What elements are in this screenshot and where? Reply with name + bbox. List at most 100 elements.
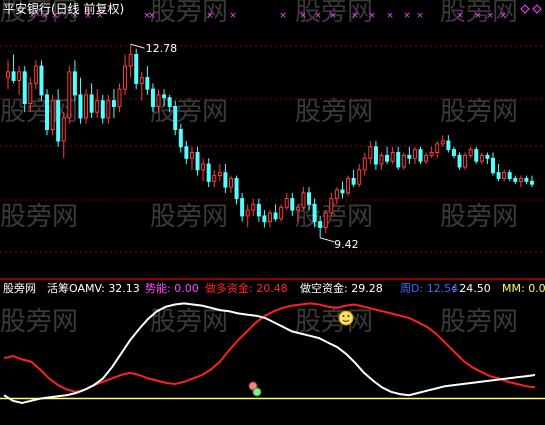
- candle-body: [17, 71, 22, 81]
- candle-body: [262, 215, 267, 223]
- high-label: 12.78: [146, 42, 178, 55]
- candle-body: [301, 192, 306, 208]
- candle-body: [156, 94, 161, 107]
- candle-body: [463, 154, 468, 168]
- candle-body: [385, 154, 390, 162]
- indicator-brand: 股旁网: [3, 281, 36, 295]
- candle-body: [362, 157, 367, 171]
- candle: [284, 192, 289, 211]
- candle: [61, 112, 66, 159]
- candle: [468, 146, 473, 159]
- signal-marker: ×: [474, 11, 482, 21]
- signal-marker: ×: [299, 11, 307, 21]
- candle: [463, 152, 468, 170]
- candle: [78, 77, 83, 124]
- candle-body: [134, 54, 139, 84]
- candle-body: [412, 149, 417, 159]
- chart-canvas: 股旁网 股旁网 股旁网 股旁网股旁网 股旁网 股旁网 股旁网股旁网 股旁网 股旁网 股旁网股旁网股…: [0, 0, 545, 405]
- candle-body: [56, 100, 61, 142]
- candle: [262, 210, 267, 228]
- candle-body: [245, 209, 250, 217]
- watermark-text: 股旁网: [150, 307, 228, 337]
- candle-body: [100, 100, 105, 119]
- candle-body: [507, 172, 512, 179]
- candle: [418, 146, 423, 165]
- candle: [240, 192, 245, 222]
- candle-body: [307, 192, 312, 205]
- indicator-value: 24.50: [459, 282, 491, 295]
- candle: [368, 141, 373, 165]
- candle-body: [28, 82, 33, 105]
- candle: [502, 169, 507, 182]
- candle-body: [446, 140, 451, 151]
- candle-body: [206, 163, 211, 182]
- candle: [513, 175, 518, 185]
- candle: [379, 152, 384, 170]
- watermark-text: 股旁网: [295, 202, 373, 232]
- candle: [474, 146, 479, 165]
- candle: [212, 169, 217, 188]
- panel-divider: [0, 278, 545, 280]
- candle-body: [351, 177, 356, 185]
- candle: [401, 152, 406, 170]
- candle-body: [479, 154, 484, 162]
- candle: [67, 66, 72, 124]
- candle: [72, 60, 77, 101]
- candle-body: [145, 77, 150, 90]
- candle-body: [184, 146, 189, 159]
- candle-body: [111, 100, 116, 107]
- candle-body: [67, 71, 72, 119]
- signal-marker: ×: [279, 11, 287, 21]
- indicator-label: :: [452, 282, 459, 295]
- indicator-label: 周D:: [400, 282, 427, 295]
- candle-body: [22, 71, 27, 105]
- candle: [195, 146, 200, 176]
- candle-body: [485, 154, 490, 159]
- chart-title: 平安银行(日线 前复权): [3, 1, 124, 16]
- candle: [201, 158, 206, 182]
- candle: [329, 192, 334, 216]
- high-pointer: [130, 43, 145, 49]
- candle-body: [11, 71, 16, 81]
- candle: [11, 54, 16, 84]
- candle-body: [240, 198, 245, 217]
- signal-marker: ×: [314, 11, 322, 21]
- signal-marker: ×: [351, 11, 359, 21]
- candle-body: [401, 154, 406, 168]
- candle-body: [212, 175, 217, 182]
- candle-body: [173, 105, 178, 130]
- candle-body: [128, 54, 133, 67]
- candle-body: [162, 94, 167, 99]
- indicator-label: MM:: [502, 282, 528, 295]
- candle-body: [329, 198, 334, 214]
- candle: [6, 60, 10, 90]
- candle: [451, 146, 456, 159]
- candle-body: [89, 94, 94, 113]
- signal-marker: ×: [499, 11, 507, 21]
- indicator-item: 活筹OAMV: 32.13: [47, 281, 140, 295]
- low-label: 9.42: [334, 238, 359, 251]
- candle-body: [357, 169, 362, 185]
- candle: [256, 198, 261, 222]
- candle-body: [390, 152, 395, 162]
- candle: [206, 158, 211, 188]
- candle-body: [178, 128, 183, 148]
- candle-body: [373, 146, 378, 165]
- indicator-label: 做多资金:: [205, 281, 256, 295]
- candle: [45, 89, 50, 136]
- candle: [33, 60, 38, 90]
- indicator-item: 做多资金: 20.48: [205, 281, 288, 295]
- candle-body: [295, 206, 300, 211]
- signal-marker: ×: [416, 11, 424, 21]
- indicator-value: 29.28: [351, 282, 383, 295]
- indicator-value: 32.13: [108, 282, 140, 295]
- watermark-text: 股旁网: [150, 0, 228, 27]
- smiley-icon: [338, 310, 354, 326]
- candle-body: [123, 65, 128, 90]
- candle-body: [312, 203, 317, 223]
- indicator-label: 活筹OAMV:: [47, 281, 108, 295]
- diamond-icon: [520, 4, 530, 14]
- indicator-item: 势能: 0.00: [145, 281, 199, 295]
- watermark-text: 股旁网: [440, 97, 518, 127]
- candle-body: [340, 189, 345, 194]
